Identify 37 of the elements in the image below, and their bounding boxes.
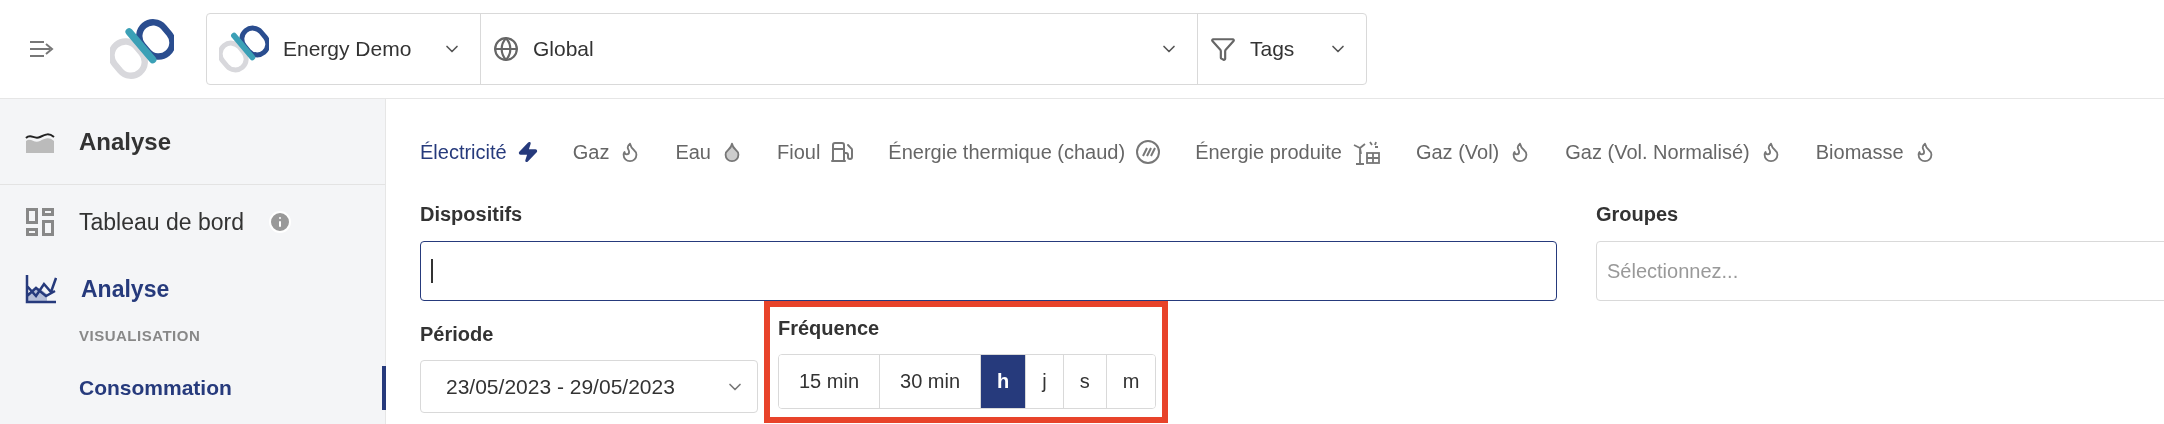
field-label: Dispositifs [420,201,524,227]
globe-icon [493,36,519,62]
area-wave-icon [25,130,55,153]
energy-tab[interactable]: Eau [675,140,743,164]
frequency-option[interactable]: m [1105,355,1156,408]
sidebar-item[interactable]: Analyse [0,261,385,317]
heat-circle-icon [1135,139,1162,165]
energy-tab[interactable]: Énergie thermique (chaud) [888,139,1162,165]
menu-icon[interactable] [29,40,55,58]
field-label: Fréquence [778,315,881,341]
energy-tab[interactable]: Gaz [572,140,642,164]
energy-tab[interactable]: Fioul [777,140,855,164]
logo-icon [110,17,174,81]
energy-tab[interactable]: Énergie produite [1195,138,1382,166]
field-label: Groupes [1596,201,1680,227]
devices-input[interactable] [420,241,1557,301]
section-title: VISUALISATION [78,327,202,344]
logo-icon [219,24,269,74]
fuel-pump-icon [830,140,855,164]
energy-tab[interactable]: Gaz (Vol. Normalisé) [1565,140,1782,164]
frequency-option[interactable]: h [980,355,1026,408]
scope-selector[interactable]: Global [481,14,1198,84]
energy-tab[interactable]: Biomasse [1815,140,1936,164]
energy-tab[interactable]: Électricité [420,140,539,164]
sidebar-title: Analyse [79,127,172,156]
site-selector[interactable]: Energy Demo [207,14,481,84]
bolt-icon [516,141,539,163]
sidebar-subitem[interactable]: Consommation [0,366,386,410]
filter-icon [1210,36,1236,62]
date-range-select[interactable]: 23/05/2023 - 29/05/2023 [420,360,758,413]
sidebar-item[interactable]: Tableau de bord [0,187,385,257]
energy-tab[interactable]: Gaz (Vol) [1415,140,1532,164]
tags-filter[interactable]: Tags [1198,14,1366,84]
dashboard-icon [25,207,55,237]
info-icon[interactable] [267,210,292,234]
field-label: Période [420,321,495,347]
line-chart-icon [25,274,57,304]
